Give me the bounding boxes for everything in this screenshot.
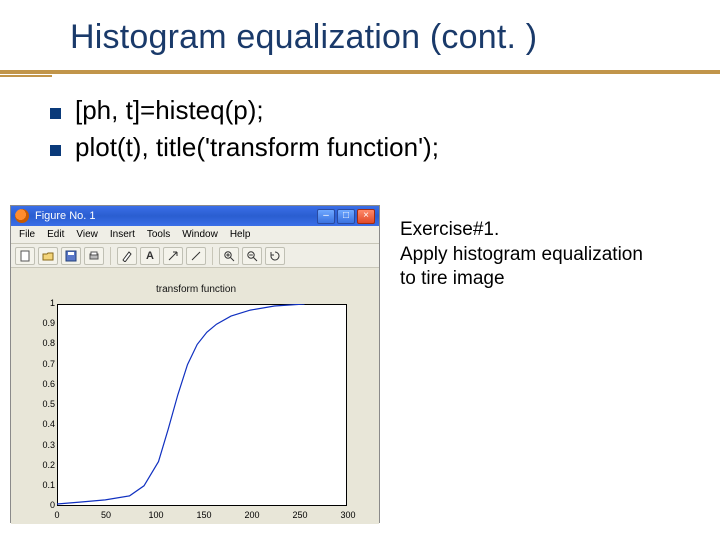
menu-insert[interactable]: Insert: [110, 229, 135, 240]
bullet-icon: [50, 108, 61, 119]
figure-window-title: Figure No. 1: [35, 210, 315, 222]
figure-titlebar[interactable]: Figure No. 1 – □ ×: [11, 206, 379, 226]
x-tick-label: 300: [336, 510, 360, 520]
menu-file[interactable]: File: [19, 229, 35, 240]
slide-title: Histogram equalization (cont. ): [70, 18, 720, 57]
x-tick-label: 250: [288, 510, 312, 520]
zoom-in-icon[interactable]: [219, 247, 239, 265]
accent-bar-short: [0, 75, 52, 77]
line-icon[interactable]: [186, 247, 206, 265]
bullet-item: [ph, t]=histeq(p);: [50, 95, 720, 126]
figure-toolbar: A: [11, 244, 379, 268]
matlab-icon: [15, 209, 29, 223]
y-tick-label: 0: [29, 500, 55, 510]
toolbar-separator: [212, 247, 213, 265]
accent-bar: [0, 70, 720, 74]
rotate-icon[interactable]: [265, 247, 285, 265]
exercise-line: Exercise#1.: [400, 218, 643, 243]
open-icon[interactable]: [38, 247, 58, 265]
x-tick-label: 0: [51, 510, 63, 520]
toolbar-separator: [110, 247, 111, 265]
plot-title: transform function: [11, 284, 381, 295]
x-tick-label: 150: [192, 510, 216, 520]
close-button[interactable]: ×: [357, 209, 375, 224]
x-tick-label: 200: [240, 510, 264, 520]
figure-canvas: transform function 1 0.9 0.8 0.7 0.6 0.5…: [11, 268, 379, 524]
menu-window[interactable]: Window: [182, 229, 218, 240]
y-tick-label: 0.5: [29, 399, 55, 409]
slide: Histogram equalization (cont. ) [ph, t]=…: [0, 0, 720, 540]
edit-plot-icon[interactable]: [117, 247, 137, 265]
text-icon[interactable]: A: [140, 247, 160, 265]
y-tick-label: 0.1: [29, 480, 55, 490]
maximize-button[interactable]: □: [337, 209, 355, 224]
y-tick-label: 0.8: [29, 338, 55, 348]
bullet-item: plot(t), title('transform function');: [50, 132, 720, 163]
bullet-text: plot(t), title('transform function');: [75, 132, 439, 163]
y-tick-label: 0.3: [29, 440, 55, 450]
figure-menubar: File Edit View Insert Tools Window Help: [11, 226, 379, 244]
y-tick-label: 0.4: [29, 419, 55, 429]
exercise-text: Exercise#1. Apply histogram equalization…: [400, 218, 643, 292]
y-tick-label: 1: [29, 298, 55, 308]
menu-tools[interactable]: Tools: [147, 229, 170, 240]
minimize-button[interactable]: –: [317, 209, 335, 224]
menu-view[interactable]: View: [76, 229, 98, 240]
exercise-line: to tire image: [400, 267, 643, 292]
new-figure-icon[interactable]: [15, 247, 35, 265]
arrow-icon[interactable]: [163, 247, 183, 265]
y-tick-label: 0.6: [29, 379, 55, 389]
save-icon[interactable]: [61, 247, 81, 265]
x-tick-label: 100: [144, 510, 168, 520]
x-tick-label: 50: [96, 510, 116, 520]
figure-window: Figure No. 1 – □ × File Edit View Insert…: [10, 205, 380, 523]
y-tick-label: 0.9: [29, 318, 55, 328]
bullet-list: [ph, t]=histeq(p); plot(t), title('trans…: [0, 65, 720, 163]
y-tick-label: 0.7: [29, 359, 55, 369]
menu-edit[interactable]: Edit: [47, 229, 64, 240]
bullet-text: [ph, t]=histeq(p);: [75, 95, 264, 126]
y-tick-label: 0.2: [29, 460, 55, 470]
exercise-line: Apply histogram equalization: [400, 243, 643, 268]
menu-help[interactable]: Help: [230, 229, 251, 240]
bullet-icon: [50, 145, 61, 156]
title-wrap: Histogram equalization (cont. ): [0, 0, 720, 65]
print-icon[interactable]: [84, 247, 104, 265]
plot-line: [57, 304, 347, 506]
zoom-out-icon[interactable]: [242, 247, 262, 265]
